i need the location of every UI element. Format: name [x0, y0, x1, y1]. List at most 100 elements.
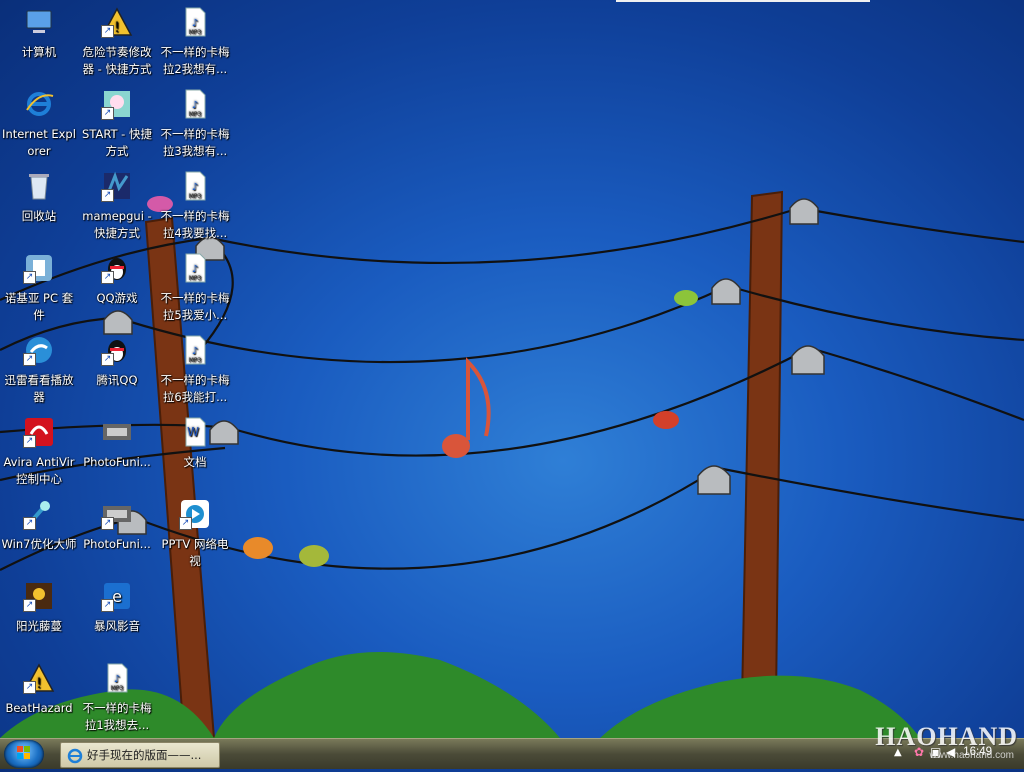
svg-text:!: !	[36, 676, 42, 692]
qq-penguin-icon: ↗	[101, 334, 133, 366]
desktop-icon-label: 回收站	[21, 209, 57, 223]
svg-text:♪: ♪	[192, 182, 198, 193]
desktop-icon-label: 文档	[183, 455, 207, 469]
word-document-icon: W	[179, 416, 211, 448]
desktop-icon-start[interactable]: ↗ START - 快捷方式	[78, 84, 156, 158]
desktop-icon-win7opt[interactable]: ↗ Win7优化大师	[0, 494, 78, 568]
desktop-icon-label: 迅雷看看播放器	[4, 373, 74, 404]
svg-text:♪: ♪	[114, 674, 120, 685]
anime-girl-icon: ↗	[101, 88, 133, 120]
music-note-bird	[442, 357, 491, 458]
warning-sign-icon: ! ↗	[101, 6, 133, 38]
desktop-icon-mp3-3[interactable]: ♪ MP3 不一样的卡梅拉3我想有...	[156, 84, 234, 158]
desktop-icon-label: PhotoFuni...	[83, 455, 151, 469]
internet-explorer-icon	[23, 88, 55, 120]
mp3-file-icon: ♪ MP3	[179, 334, 211, 366]
desktop-icon-recycle[interactable]: 回收站	[0, 166, 78, 240]
desktop-icon-label: PPTV 网络电视	[161, 537, 229, 568]
desktop-icon-danger-rhythm[interactable]: ! ↗ 危险节奏修改器 - 快捷方式	[78, 2, 156, 76]
desktop-icon-photofuni1[interactable]: PhotoFuni...	[78, 412, 156, 486]
desktop-icon-beathazard[interactable]: ! ↗ BeatHazard	[0, 658, 78, 732]
svg-text:MP3: MP3	[189, 29, 202, 36]
computer-icon	[23, 6, 55, 38]
red-bird	[653, 411, 679, 429]
svg-text:MP3: MP3	[189, 111, 202, 118]
svg-text:MP3: MP3	[189, 275, 202, 282]
svg-text:MP3: MP3	[189, 357, 202, 364]
mp3-file-icon: ♪ MP3	[101, 662, 133, 694]
desktop-icon-label: START - 快捷方式	[82, 127, 152, 158]
desktop-icon-label: mamepgui - 快捷方式	[82, 209, 152, 240]
desktop-icon-qqgame[interactable]: ↗ QQ游戏	[78, 248, 156, 322]
shortcut-arrow-icon: ↗	[23, 599, 36, 612]
shortcut-arrow-icon: ↗	[101, 599, 114, 612]
baofeng-icon: e ↗	[101, 580, 133, 612]
desktop-icon-label: 计算机	[21, 45, 57, 59]
svg-text:♪: ♪	[192, 346, 198, 357]
desktop-icon-mp3-2[interactable]: ♪ MP3 不一样的卡梅拉2我想有...	[156, 2, 234, 76]
avira-umbrella-icon: ↗	[23, 416, 55, 448]
shortcut-arrow-icon: ↗	[23, 517, 36, 530]
pptv-icon: ↗	[179, 498, 211, 530]
shortcut-arrow-icon: ↗	[23, 271, 36, 284]
desktop-icon-pptv[interactable]: ↗ PPTV 网络电视	[156, 494, 234, 568]
svg-text:MP3: MP3	[189, 193, 202, 200]
desktop-icon-mp3-5[interactable]: ♪ MP3 不一样的卡梅拉5我爱小...	[156, 248, 234, 322]
qq-penguin-icon: ↗	[101, 252, 133, 284]
desktop-icon-label: Internet Explorer	[2, 127, 76, 158]
svg-text:♪: ♪	[192, 18, 198, 29]
window-edge	[616, 0, 870, 2]
taskbar-item-browser[interactable]: 好手现在的版面——...	[60, 742, 220, 768]
recycle-bin-icon	[23, 170, 55, 202]
svg-text:♪: ♪	[192, 100, 198, 111]
warning-sign-icon: ! ↗	[23, 662, 55, 694]
desktop-icon-mp3-1[interactable]: ♪ MP3 不一样的卡梅拉1我想去...	[78, 658, 156, 732]
desktop-icon-label: 不一样的卡梅拉5我爱小...	[160, 291, 230, 322]
desktop-icon-nokia[interactable]: ↗ 诺基亚 PC 套件	[0, 248, 78, 322]
desktop-icon-doc[interactable]: W 文档	[156, 412, 234, 486]
desktop-icon-label: QQ游戏	[96, 291, 138, 305]
shortcut-arrow-icon: ↗	[101, 25, 114, 38]
watermark-brand: HAOHAND	[875, 722, 1018, 751]
optimizer-icon: ↗	[23, 498, 55, 530]
desktop-icon-mp3-4[interactable]: ♪ MP3 不一样的卡梅拉4我要找...	[156, 166, 234, 240]
desktop-icon-label: 不一样的卡梅拉1我想去...	[82, 701, 152, 732]
lime-bird	[299, 545, 329, 567]
shortcut-arrow-icon: ↗	[101, 189, 114, 202]
desktop-icon-sunflower[interactable]: ↗ 阳光藤蔓	[0, 576, 78, 650]
desktop-icon-photofuni2[interactable]: ↗ PhotoFuni...	[78, 494, 156, 568]
mame-icon: ↗	[101, 170, 133, 202]
desktop-icon-label: 不一样的卡梅拉4我要找...	[160, 209, 230, 240]
game-character-icon: ↗	[23, 580, 55, 612]
desktop-icon-label: BeatHazard	[5, 701, 73, 715]
shortcut-arrow-icon: ↗	[23, 353, 36, 366]
desktop-icon-tencentqq[interactable]: ↗ 腾讯QQ	[78, 330, 156, 404]
desktop-icon-label: 不一样的卡梅拉6我能打...	[160, 373, 230, 404]
green-bird	[674, 290, 698, 306]
desktop-icon-computer[interactable]: 计算机	[0, 2, 78, 76]
svg-text:MP3: MP3	[111, 685, 124, 692]
desktop-icon-label: 不一样的卡梅拉2我想有...	[160, 45, 230, 76]
orange-bird	[243, 537, 273, 559]
desktop-icon-mamepgui[interactable]: ↗ mamepgui - 快捷方式	[78, 166, 156, 240]
desktop-icon-mp3-6[interactable]: ♪ MP3 不一样的卡梅拉6我能打...	[156, 330, 234, 404]
desktop-icon-label: 腾讯QQ	[96, 373, 138, 387]
desktop-icon-label: 危险节奏修改器 - 快捷方式	[82, 45, 152, 76]
desktop-icon-label: 不一样的卡梅拉3我想有...	[160, 127, 230, 158]
nokia-pc-suite-icon: ↗	[23, 252, 55, 284]
desktop-icon-avira[interactable]: ↗ Avira AntiVir 控制中心	[0, 412, 78, 486]
shortcut-arrow-icon: ↗	[101, 107, 114, 120]
desktop-icon-label: 诺基亚 PC 套件	[4, 291, 74, 322]
start-button[interactable]	[4, 740, 44, 768]
car-photo-icon	[101, 416, 133, 448]
internet-explorer-icon	[67, 748, 83, 763]
desktop-icon-label: Avira AntiVir 控制中心	[3, 455, 75, 486]
taskbar-item-label: 好手现在的版面——...	[87, 748, 202, 762]
shortcut-arrow-icon: ↗	[101, 271, 114, 284]
desktop-icon-xunlei[interactable]: ↗ 迅雷看看播放器	[0, 330, 78, 404]
shortcut-arrow-icon: ↗	[101, 517, 114, 530]
desktop-icon-baofeng[interactable]: e ↗ 暴风影音	[78, 576, 156, 650]
desktop-icon-ie[interactable]: Internet Explorer	[0, 84, 78, 158]
right-grass-hill	[600, 675, 920, 738]
desktop-icon-label: 暴风影音	[94, 619, 140, 633]
